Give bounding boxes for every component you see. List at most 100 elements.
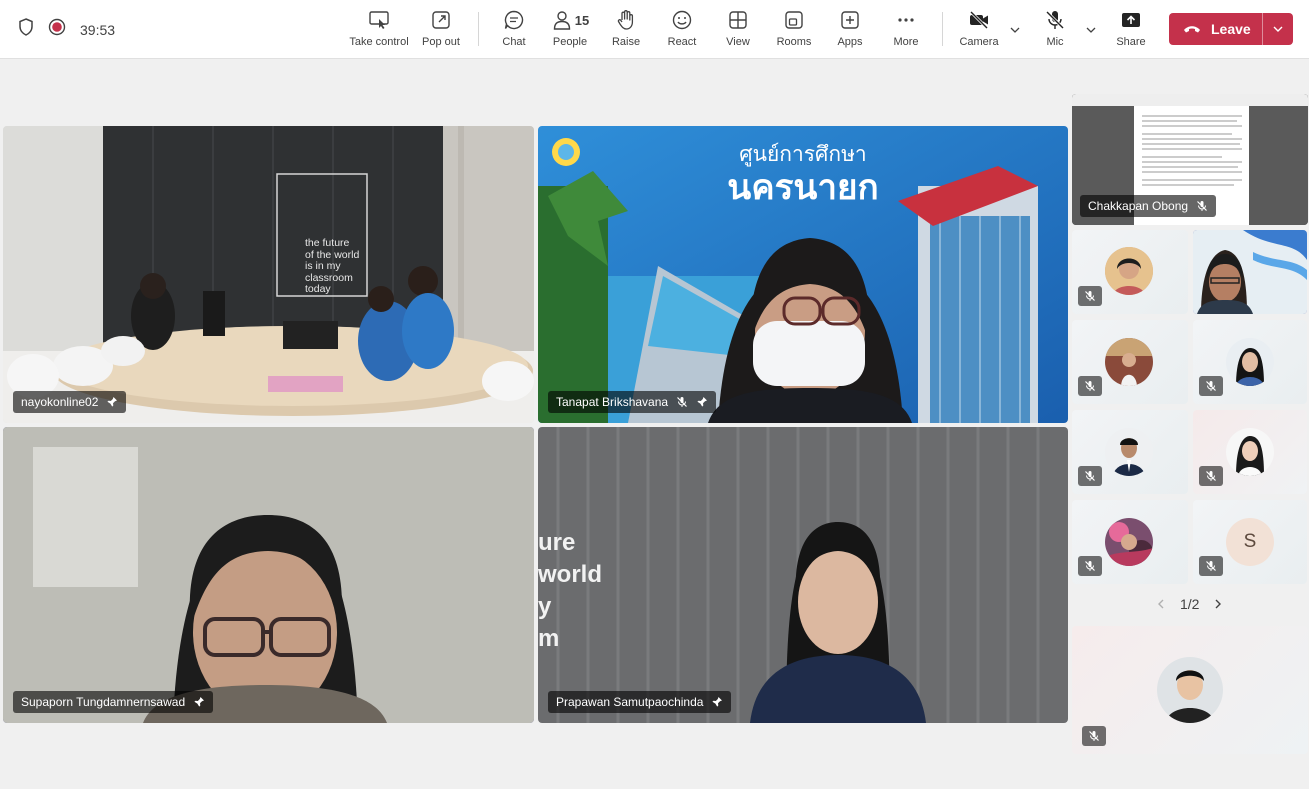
classroom-sign-text: the future of the world is in my classro… bbox=[305, 237, 359, 296]
muted-indicator bbox=[1199, 556, 1223, 576]
chevron-down-icon bbox=[1273, 26, 1283, 32]
participant-nametag: Prapawan Samutpaochinda bbox=[548, 691, 732, 713]
pin-icon bbox=[194, 697, 205, 707]
wall-lettering: ure world y m bbox=[538, 527, 602, 655]
raise-hand-icon bbox=[617, 10, 634, 30]
more-label: More bbox=[893, 36, 919, 48]
camera-button[interactable]: Camera bbox=[949, 9, 1009, 48]
participant-video-frame bbox=[1193, 230, 1307, 314]
share-icon bbox=[1122, 13, 1140, 27]
participant-name: Supaporn Tungdamnernsawad bbox=[21, 695, 186, 709]
pin-icon bbox=[107, 397, 118, 407]
avatar bbox=[1105, 247, 1153, 295]
video-tile-tanapat[interactable]: ศูนย์การศึกษา นครนายก Tanapat Brikshavan… bbox=[538, 126, 1068, 423]
wall-line: y bbox=[538, 593, 552, 620]
share-button[interactable]: Share bbox=[1101, 9, 1161, 48]
muted-indicator bbox=[1078, 556, 1102, 576]
video-tile-supaporn[interactable]: Supaporn Tungdamnernsawad bbox=[3, 427, 534, 723]
mic-off-icon bbox=[1085, 291, 1095, 301]
participant-nametag: nayokonline02 bbox=[13, 391, 127, 413]
chevron-left-icon[interactable] bbox=[1156, 598, 1166, 610]
raise-label: Raise bbox=[611, 36, 641, 48]
mic-options-chevron-icon[interactable] bbox=[1085, 24, 1097, 36]
avatar bbox=[1226, 338, 1274, 386]
apps-icon bbox=[841, 11, 859, 29]
supaporn-video-frame bbox=[3, 427, 534, 723]
wall-line: world bbox=[538, 561, 602, 588]
participant-pager: 1/2 bbox=[1156, 596, 1223, 612]
participant-name: Tanapat Brikshavana bbox=[556, 395, 669, 409]
shield-icon[interactable] bbox=[18, 18, 34, 41]
rooms-label: Rooms bbox=[776, 36, 812, 48]
mic-off-icon bbox=[1206, 561, 1216, 571]
participant-video-tile-speaking[interactable] bbox=[1193, 230, 1307, 314]
people-icon bbox=[553, 11, 570, 30]
camera-off-icon bbox=[969, 10, 989, 30]
leave-button[interactable]: Leave bbox=[1169, 21, 1262, 37]
muted-indicator bbox=[1078, 466, 1102, 486]
sign-line: today bbox=[305, 283, 331, 295]
participant-name: Prapawan Samutpaochinda bbox=[556, 695, 704, 709]
pop-out-button[interactable]: Pop out bbox=[411, 9, 471, 48]
rooms-icon bbox=[785, 11, 803, 29]
avatar bbox=[1157, 657, 1223, 723]
participant-tile[interactable] bbox=[1072, 410, 1188, 494]
mic-off-icon bbox=[677, 397, 688, 407]
react-button[interactable]: React bbox=[652, 9, 712, 48]
muted-indicator bbox=[1078, 286, 1102, 306]
participant-name: nayokonline02 bbox=[21, 395, 99, 409]
mic-off-icon bbox=[1197, 201, 1208, 211]
pin-icon bbox=[697, 397, 708, 407]
pop-out-icon bbox=[432, 11, 450, 29]
leave-label: Leave bbox=[1211, 21, 1251, 37]
mic-off-icon bbox=[1045, 10, 1065, 30]
muted-indicator bbox=[1199, 376, 1223, 396]
hang-up-icon bbox=[1184, 26, 1200, 33]
muted-indicator bbox=[1078, 376, 1102, 396]
page-indicator: 1/2 bbox=[1180, 596, 1200, 612]
share-label: Share bbox=[1116, 36, 1146, 48]
apps-button[interactable]: Apps bbox=[820, 9, 880, 48]
muted-indicator bbox=[1082, 726, 1106, 746]
mic-off-icon bbox=[1089, 731, 1099, 741]
toolbar-divider bbox=[942, 12, 943, 46]
people-button[interactable]: 15 People bbox=[540, 9, 600, 48]
avatar bbox=[1105, 428, 1153, 476]
chat-button[interactable]: Chat bbox=[484, 9, 544, 48]
participant-tile[interactable] bbox=[1072, 320, 1188, 404]
participant-tile[interactable] bbox=[1072, 500, 1188, 584]
grid-view-icon bbox=[729, 11, 747, 29]
avatar-initial: S bbox=[1226, 518, 1274, 566]
more-button[interactable]: More bbox=[876, 9, 936, 48]
pin-icon bbox=[712, 697, 723, 707]
chevron-right-icon[interactable] bbox=[1213, 598, 1223, 610]
mic-off-icon bbox=[1085, 471, 1095, 481]
recording-icon bbox=[48, 18, 66, 41]
chat-label: Chat bbox=[502, 36, 526, 48]
leave-options-button[interactable] bbox=[1263, 23, 1293, 35]
pop-out-label: Pop out bbox=[422, 36, 460, 48]
video-tile-nayokonline02[interactable]: the future of the world is in my classro… bbox=[3, 126, 534, 423]
avatar bbox=[1105, 518, 1153, 566]
raise-hand-button[interactable]: Raise bbox=[596, 9, 656, 48]
participant-tile[interactable] bbox=[1193, 410, 1307, 494]
react-label: React bbox=[667, 36, 697, 48]
video-tile-prapawan[interactable]: ure world y m Prapawan Samutpaochinda bbox=[538, 427, 1068, 723]
muted-indicator bbox=[1199, 466, 1223, 486]
screen-share-tile[interactable]: Chakkapan Obong bbox=[1072, 94, 1308, 225]
classroom-video-frame bbox=[3, 126, 534, 423]
prapawan-video-frame bbox=[538, 427, 1068, 723]
leave-control: Leave bbox=[1169, 13, 1293, 45]
participant-tile[interactable] bbox=[1193, 320, 1307, 404]
mic-button[interactable]: Mic bbox=[1025, 9, 1085, 48]
participant-tile[interactable]: S bbox=[1193, 500, 1307, 584]
rooms-button[interactable]: Rooms bbox=[764, 9, 824, 48]
take-control-icon bbox=[369, 11, 389, 29]
people-label: People bbox=[552, 36, 588, 48]
participant-tile[interactable] bbox=[1072, 230, 1188, 314]
view-button[interactable]: View bbox=[708, 9, 768, 48]
mic-off-icon bbox=[1206, 471, 1216, 481]
camera-options-chevron-icon[interactable] bbox=[1009, 24, 1021, 36]
self-view-tile[interactable] bbox=[1072, 626, 1308, 754]
take-control-button[interactable]: Take control bbox=[348, 9, 410, 48]
